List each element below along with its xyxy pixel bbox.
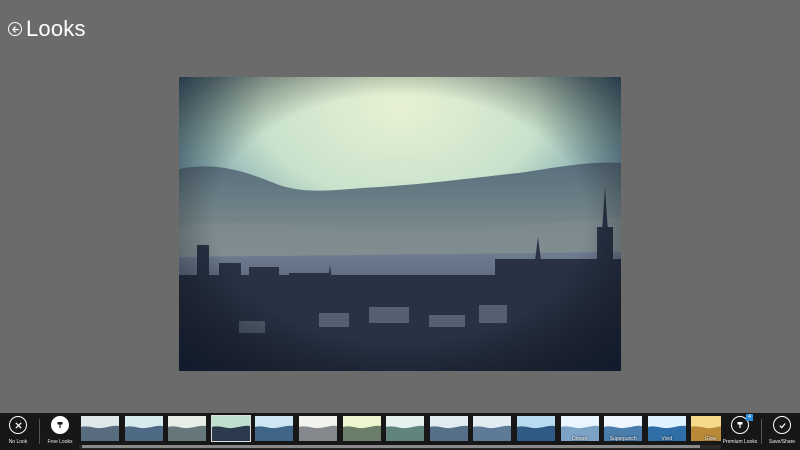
look-thumbnail[interactable]: [386, 416, 425, 441]
look-thumbnail[interactable]: Glow: [691, 416, 721, 441]
look-thumbnail[interactable]: [81, 416, 119, 441]
page-header: Looks: [8, 14, 86, 44]
look-thumbnail-image: [299, 416, 337, 441]
look-thumbnail-image: [81, 416, 119, 441]
look-thumbnail-image: [168, 416, 207, 441]
look-thumbnail[interactable]: [429, 416, 468, 441]
page-title: Looks: [26, 16, 86, 41]
paint-roller-icon: [51, 416, 69, 434]
look-thumbnail[interactable]: [299, 416, 337, 441]
look-thumbnail[interactable]: Vivid: [647, 416, 686, 441]
looks-scrollbar-thumb[interactable]: [82, 445, 700, 448]
separator: [761, 419, 762, 444]
look-thumbnail-image: [386, 416, 425, 441]
premium-looks-button[interactable]: 4 Premium Looks: [722, 413, 758, 450]
look-thumbnail[interactable]: [473, 416, 512, 441]
look-thumbnail[interactable]: [255, 416, 294, 441]
photo-preview: [179, 77, 621, 371]
checkmark-icon: [773, 416, 791, 434]
premium-looks-icon: 4: [731, 414, 753, 434]
premium-looks-label: Premium Looks: [722, 439, 758, 445]
look-thumbnail[interactable]: [342, 416, 381, 441]
app-bar: No Look Free Looks Dream Superpunch Vivid G…: [0, 413, 800, 450]
free-looks-button[interactable]: Free Looks: [42, 413, 78, 450]
look-thumbnail-image: [124, 416, 163, 441]
premium-count-badge: 4: [746, 414, 753, 421]
save-share-label: Save/Share: [768, 439, 796, 445]
look-thumbnail-label: Superpunch: [609, 436, 637, 441]
look-thumbnail-label: Glow: [704, 436, 717, 441]
look-thumbnail-image: [473, 416, 512, 441]
look-thumbnail[interactable]: Superpunch: [604, 416, 643, 441]
back-arrow-icon: [11, 25, 19, 33]
look-thumbnail[interactable]: [168, 416, 207, 441]
separator: [39, 419, 40, 444]
look-thumbnail-label: Vivid: [661, 436, 673, 441]
save-share-button[interactable]: Save/Share: [764, 413, 800, 450]
look-thumbnail[interactable]: [210, 415, 251, 442]
no-look-label: No Look: [8, 439, 28, 445]
look-thumbnail-label: Dream: [572, 436, 588, 441]
look-thumbnail[interactable]: Dream: [560, 416, 599, 441]
look-thumbnail-image: [342, 416, 381, 441]
free-looks-label: Free Looks: [47, 439, 73, 445]
look-thumbnail-image: [211, 416, 250, 441]
look-thumbnail[interactable]: [124, 416, 163, 441]
look-thumbnail[interactable]: [517, 416, 555, 441]
no-look-button[interactable]: No Look: [0, 413, 36, 450]
look-thumbnail-image: [429, 416, 468, 441]
look-thumbnail-image: [517, 416, 555, 441]
look-thumbnail-image: [255, 416, 294, 441]
close-icon: [9, 416, 27, 434]
back-button[interactable]: [8, 22, 22, 36]
